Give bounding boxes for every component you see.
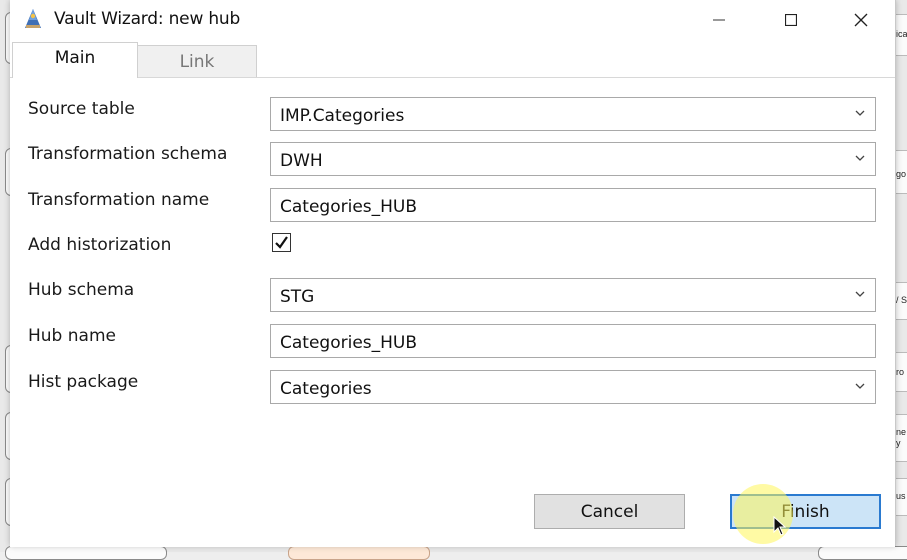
- tab-main[interactable]: Main: [12, 42, 138, 78]
- minimize-button[interactable]: [696, 0, 742, 40]
- add-historization-row: Add historization: [10, 233, 895, 269]
- hist-package-value: Categories: [280, 379, 372, 399]
- background-node: [5, 546, 167, 560]
- source-table-value: IMP.Categories: [280, 106, 405, 126]
- transformation-name-label: Transformation name: [28, 190, 210, 210]
- hub-schema-label: Hub schema: [28, 280, 135, 300]
- chevron-down-icon: [855, 291, 865, 297]
- chevron-down-icon: [855, 155, 865, 161]
- hist-package-dropdown[interactable]: Categories: [270, 370, 876, 404]
- window-title: Vault Wizard: new hub: [54, 9, 241, 29]
- transformation-schema-value: DWH: [280, 151, 323, 171]
- maximize-icon: [785, 14, 797, 26]
- hub-name-label: Hub name: [28, 326, 116, 346]
- background-node: go: [895, 150, 907, 194]
- background-node: [288, 546, 430, 560]
- transformation-schema-row: Transformation schema DWH: [10, 142, 895, 178]
- tab-strip: Main Link: [10, 40, 895, 78]
- transformation-name-input[interactable]: Categories_HUB: [270, 188, 876, 222]
- background-fragment: ne: [896, 427, 907, 437]
- transformation-schema-dropdown[interactable]: DWH: [270, 142, 876, 176]
- vault-wizard-dialog: Vault Wizard: new hub Main Link Source t…: [10, 0, 896, 547]
- transformation-name-value: Categories_HUB: [280, 197, 418, 217]
- cancel-button-label: Cancel: [580, 501, 639, 522]
- chevron-down-icon: [855, 110, 865, 116]
- checkmark-icon: [275, 236, 288, 249]
- minimize-icon: [713, 19, 725, 21]
- hub-name-input[interactable]: Categories_HUB: [270, 324, 876, 358]
- background-fragment: ica: [896, 29, 907, 39]
- source-table-row: Source table IMP.Categories: [10, 97, 895, 133]
- finish-button[interactable]: Finish: [730, 494, 881, 529]
- background-node: us: [895, 478, 907, 516]
- hist-package-label: Hist package: [28, 372, 139, 392]
- add-historization-checkbox[interactable]: [272, 233, 291, 252]
- hist-package-row: Hist package Categories: [10, 370, 895, 406]
- hub-schema-dropdown[interactable]: STG: [270, 278, 876, 312]
- background-fragment: go: [896, 169, 907, 179]
- title-bar[interactable]: Vault Wizard: new hub: [10, 0, 895, 40]
- finish-button-label: Finish: [781, 501, 830, 522]
- background-fragment: ro: [896, 367, 905, 377]
- cancel-button[interactable]: Cancel: [534, 494, 685, 529]
- hub-name-value: Categories_HUB: [280, 333, 418, 353]
- hub-schema-row: Hub schema STG: [10, 278, 895, 314]
- background-fragment: y: [896, 438, 901, 448]
- chevron-down-icon: [855, 383, 865, 389]
- hub-schema-value: STG: [280, 287, 315, 307]
- transformation-name-row: Transformation name Categories_HUB: [10, 188, 895, 224]
- background-fragment: / S: [896, 295, 907, 305]
- source-table-label: Source table: [28, 99, 135, 119]
- background-node: [818, 546, 907, 560]
- mouse-pointer-icon: [773, 516, 787, 536]
- transformation-schema-label: Transformation schema: [28, 144, 228, 164]
- maximize-button[interactable]: [768, 0, 814, 40]
- background-node: ica: [895, 14, 907, 56]
- background-fragment: us: [896, 491, 906, 501]
- source-table-dropdown[interactable]: IMP.Categories: [270, 97, 876, 131]
- tab-link[interactable]: Link: [137, 45, 257, 77]
- background-node: / S: [895, 282, 907, 320]
- background-node: ro: [895, 352, 907, 392]
- close-button[interactable]: [838, 0, 884, 40]
- hub-name-row: Hub name Categories_HUB: [10, 324, 895, 360]
- add-historization-label: Add historization: [28, 235, 172, 255]
- close-icon: [854, 13, 868, 27]
- vault-wizard-app-icon: [25, 9, 41, 28]
- background-node: ne y: [895, 414, 907, 462]
- main-tab-panel: Source table IMP.Categories Transformati…: [10, 77, 895, 547]
